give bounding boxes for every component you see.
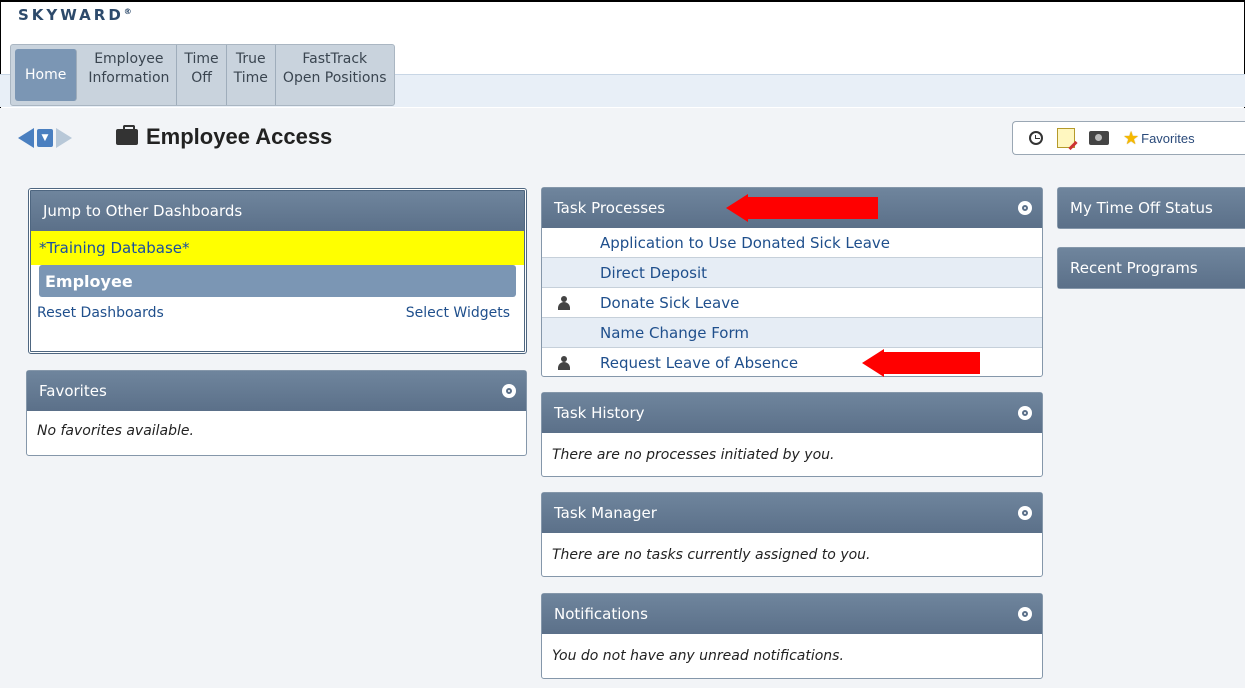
- briefcase-icon: [116, 125, 138, 145]
- tab-true-time[interactable]: True Time: [227, 45, 276, 105]
- main-nav-tabs: Home Employee Information Time Off True …: [10, 44, 395, 106]
- favorites-panel: Favorites No favorites available.: [26, 370, 527, 456]
- time-off-status-panel[interactable]: My Time Off Status: [1057, 187, 1245, 229]
- gear-icon[interactable]: [1018, 607, 1032, 621]
- history-nav: ▼: [18, 128, 72, 148]
- training-database-item[interactable]: *Training Database*: [31, 231, 524, 265]
- notifications-title: Notifications: [554, 605, 648, 623]
- tab-employee-information[interactable]: Employee Information: [81, 45, 178, 105]
- favorites-label: Favorites: [1141, 130, 1195, 146]
- recent-programs-title: Recent Programs: [1070, 259, 1198, 277]
- history-dropdown-icon[interactable]: ▼: [37, 129, 53, 147]
- page-title-text: Employee Access: [146, 124, 333, 149]
- time-off-status-title: My Time Off Status: [1070, 199, 1213, 217]
- favorites-header: Favorites: [27, 371, 526, 411]
- jump-dashboards-header: Jump to Other Dashboards: [31, 191, 524, 231]
- notifications-panel: Notifications You do not have any unread…: [541, 593, 1043, 679]
- arrow-shaft: [748, 197, 878, 219]
- gear-icon[interactable]: [1018, 201, 1032, 215]
- star-icon: ★: [1123, 128, 1140, 148]
- favorites-title: Favorites: [39, 382, 107, 400]
- tab-home[interactable]: Home: [15, 49, 78, 101]
- person-icon: [558, 296, 570, 310]
- gear-icon[interactable]: [502, 384, 516, 398]
- annotation-arrow: [726, 194, 878, 222]
- tab-fasttrack-open-positions[interactable]: FastTrack Open Positions: [276, 45, 394, 105]
- arrow-head-icon: [726, 194, 748, 222]
- person-icon: [558, 356, 570, 370]
- task-manager-empty-text: There are no tasks currently assigned to…: [552, 546, 871, 563]
- jump-dashboards-links: Reset Dashboards Select Widgets: [31, 305, 524, 321]
- task-history-header: Task History: [542, 393, 1042, 433]
- task-history-title: Task History: [554, 404, 645, 422]
- favorites-empty-text: No favorites available.: [37, 423, 194, 439]
- task-manager-header: Task Manager: [542, 493, 1042, 533]
- utility-toolbar: ★ Favorites: [1012, 121, 1245, 155]
- notifications-empty-text: You do not have any unread notifications…: [552, 648, 844, 664]
- recent-programs-panel[interactable]: Recent Programs: [1057, 247, 1245, 289]
- task-history-panel: Task History There are no processes init…: [541, 392, 1043, 477]
- time-off-status-header: My Time Off Status: [1058, 188, 1245, 228]
- task-row-direct-deposit[interactable]: Direct Deposit: [542, 258, 1042, 288]
- jump-dashboards-title: Jump to Other Dashboards: [43, 202, 243, 220]
- gear-icon[interactable]: [1018, 506, 1032, 520]
- tab-time-off[interactable]: Time Off: [177, 45, 227, 105]
- camera-icon[interactable]: [1089, 131, 1109, 145]
- favorites-button[interactable]: ★ Favorites: [1123, 129, 1195, 147]
- page-title: Employee Access: [116, 124, 332, 150]
- select-widgets-link[interactable]: Select Widgets: [406, 305, 510, 321]
- forward-arrow-icon[interactable]: [56, 128, 72, 148]
- gear-icon[interactable]: [1018, 406, 1032, 420]
- notepad-icon[interactable]: [1057, 128, 1075, 148]
- task-row-donated-sick-leave[interactable]: Application to Use Donated Sick Leave: [542, 228, 1042, 258]
- task-manager-panel: Task Manager There are no tasks currentl…: [541, 492, 1043, 577]
- jump-dashboards-panel: Jump to Other Dashboards *Training Datab…: [28, 188, 527, 354]
- arrow-head-icon: [862, 349, 884, 377]
- task-history-empty-text: There are no processes initiated by you.: [552, 446, 835, 463]
- back-arrow-icon[interactable]: [18, 128, 34, 148]
- skyward-logo: SKYWARD®: [18, 6, 132, 24]
- task-manager-title: Task Manager: [554, 504, 657, 522]
- arrow-shaft: [884, 352, 980, 374]
- recent-programs-header: Recent Programs: [1058, 248, 1245, 288]
- task-row-name-change[interactable]: Name Change Form: [542, 318, 1042, 348]
- employee-dashboard-item[interactable]: Employee: [39, 265, 516, 297]
- task-row-donate-sick-leave[interactable]: Donate Sick Leave: [542, 288, 1042, 318]
- notifications-header: Notifications: [542, 594, 1042, 634]
- reset-dashboards-link[interactable]: Reset Dashboards: [37, 305, 164, 321]
- clock-icon[interactable]: [1029, 131, 1043, 145]
- task-processes-title: Task Processes: [554, 199, 666, 217]
- annotation-arrow: [862, 349, 980, 377]
